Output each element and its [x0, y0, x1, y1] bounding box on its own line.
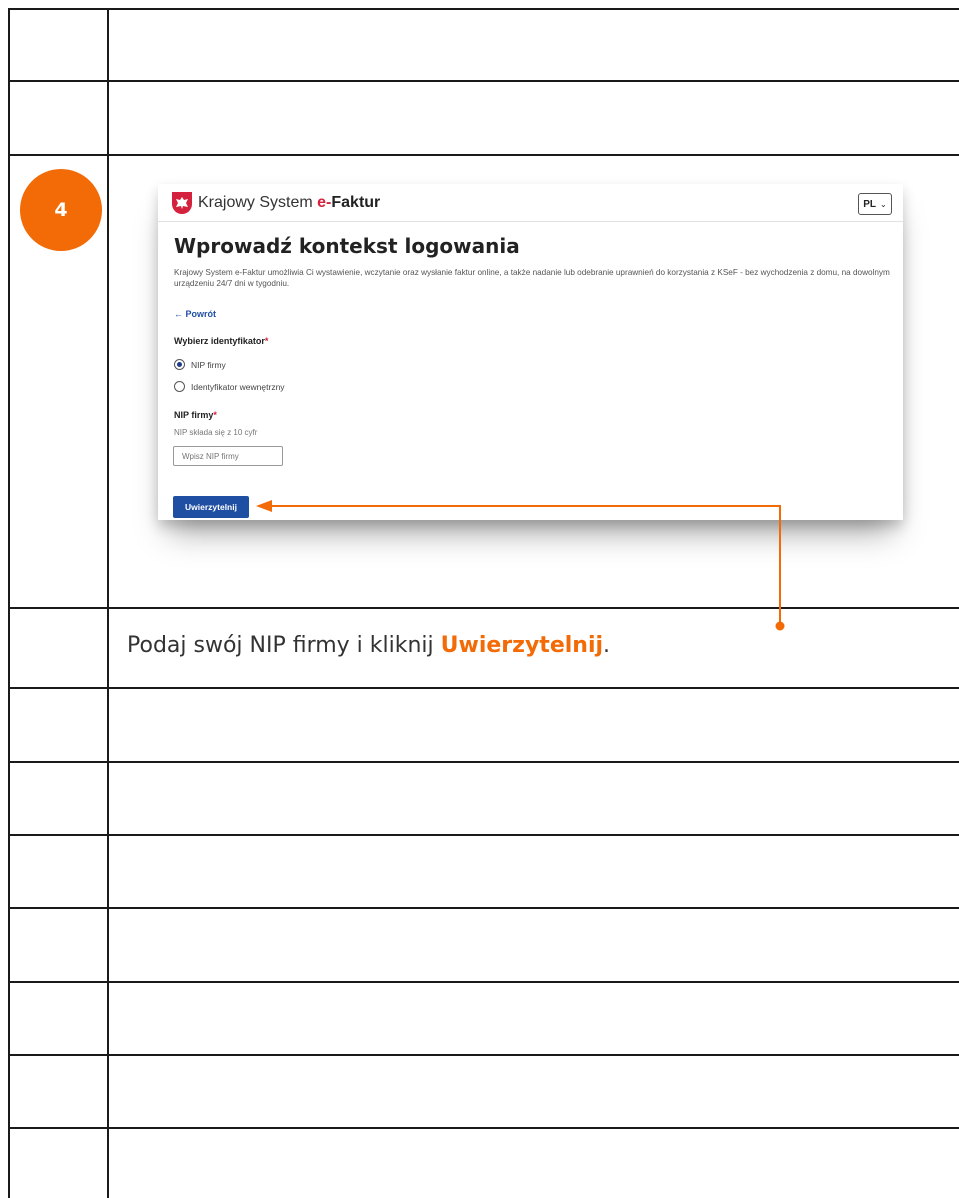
instruction-text: Podaj swój NIP firmy i kliknij Uwierzyte…	[127, 633, 610, 658]
instruction-suffix: .	[603, 633, 611, 658]
instruction-highlight: Uwierzytelnij	[440, 633, 604, 658]
connector-arrow	[256, 500, 785, 631]
instruction-prefix: Podaj swój NIP firmy i kliknij	[127, 633, 441, 658]
